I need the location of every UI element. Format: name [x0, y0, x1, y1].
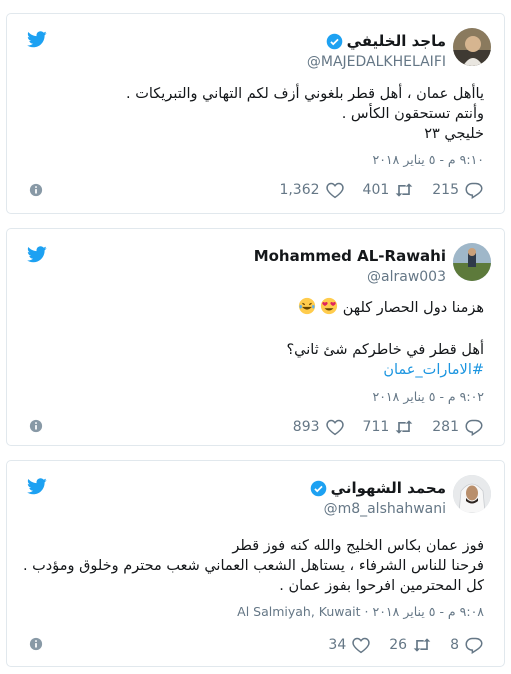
heart-icon: [325, 419, 344, 436]
reply-icon: [465, 182, 483, 199]
author-name[interactable]: محمد الشهواني: [331, 479, 446, 497]
tweet-line: فرحنا للناس الشرفاء ، يستاهل الشعب العما…: [22, 558, 484, 574]
tweet-text: فوز عمان بكاس الخليج والله كنه فوز قطر ف…: [22, 536, 484, 596]
tweet-line: كل المحترمين افرحوا بفوز عمان .: [279, 578, 484, 594]
reply-button[interactable]: 8: [450, 636, 484, 654]
verified-badge-icon: [326, 33, 342, 49]
author-row: محمد الشهواني: [310, 478, 446, 498]
reply-button[interactable]: 215: [432, 181, 484, 199]
twitter-bird-icon[interactable]: [27, 478, 47, 495]
heart-icon: [325, 182, 344, 199]
tweet-line: أهل قطر في خاطركم شئ ثاني؟: [286, 342, 484, 358]
retweet-icon: [395, 420, 413, 434]
tweet-line: فوز عمان بكاس الخليج والله كنه فوز قطر: [232, 538, 484, 554]
verified-badge-icon: [310, 480, 326, 496]
hashtag-link[interactable]: #الامارات_عمان: [27, 360, 484, 380]
author-handle[interactable]: @alraw003: [367, 269, 446, 285]
tweet-line: وأنتم تستحقون الكأس .: [341, 106, 484, 122]
tweet-actions: 1,362 401 215: [261, 179, 484, 201]
tweet-timestamp[interactable]: ٩:١٠ م - ٥ يناير ٢٠١٨: [373, 152, 485, 167]
tweet-line: هزمنا دول الحصار كلهن: [27, 297, 484, 318]
author-handle[interactable]: @m8_alshahwani: [324, 501, 446, 517]
info-icon[interactable]: [29, 419, 43, 433]
tweet-line-text: هزمنا دول الحصار كلهن: [342, 300, 484, 316]
info-icon[interactable]: [29, 183, 43, 197]
tweet-timestamp[interactable]: ٩:٠٨ م - ٥ يناير ٢٠١٨: [373, 604, 485, 619]
author-name[interactable]: Mohammed AL-Rawahi: [254, 247, 446, 265]
reply-icon: [465, 637, 483, 654]
reply-count: 8: [450, 637, 459, 653]
reply-count: 215: [432, 182, 459, 198]
like-count: 34: [328, 637, 347, 653]
retweet-button[interactable]: 711: [363, 418, 415, 436]
avatar[interactable]: [453, 28, 491, 66]
tweet-timestamp[interactable]: ٩:٠٢ م - ٥ يناير ٢٠١٨: [373, 389, 485, 404]
retweet-count: 26: [389, 637, 408, 653]
reply-icon: [465, 419, 483, 436]
like-button[interactable]: 34: [328, 636, 371, 654]
tweet-line: ياأهل عمان ، أهل قطر بلغوني أزف لكم الته…: [125, 86, 484, 102]
reply-count: 281: [432, 419, 459, 435]
tweet-text: هزمنا دول الحصار كلهن أهل قطر في خاطركم …: [27, 297, 484, 380]
retweet-button[interactable]: 26: [389, 636, 432, 654]
author-handle[interactable]: @MAJEDALKHELAIFI: [307, 54, 446, 70]
tears-of-joy-emoji-icon: [298, 297, 315, 315]
tweet-card[interactable]: Mohammed AL-Rawahi @alraw003 هزمنا دول ا…: [6, 228, 505, 446]
author-row: Mohammed AL-Rawahi: [254, 246, 446, 266]
tweet-actions: 893 711 281: [275, 416, 484, 438]
like-count: 1,362: [279, 182, 320, 198]
tweet-meta: Al Salmiyah, Kuwait · ٩:٠٨ م - ٥ يناير ٢…: [237, 604, 484, 619]
heart-eyes-emoji-icon: [321, 297, 338, 315]
like-button[interactable]: 1,362: [279, 181, 344, 199]
twitter-bird-icon[interactable]: [27, 31, 47, 48]
info-icon[interactable]: [29, 637, 43, 651]
retweet-button[interactable]: 401: [363, 181, 415, 199]
like-button[interactable]: 893: [293, 418, 345, 436]
twitter-bird-icon[interactable]: [27, 246, 47, 263]
tweet-card[interactable]: محمد الشهواني @m8_alshahwani فوز عمان بك…: [6, 460, 505, 667]
heart-icon: [352, 637, 370, 654]
like-count: 893: [292, 419, 320, 435]
avatar[interactable]: [453, 475, 491, 513]
retweet-count: 711: [362, 419, 390, 435]
meta-separator: ·: [364, 604, 373, 619]
retweet-count: 401: [362, 182, 390, 198]
avatar[interactable]: [453, 243, 491, 281]
tweet-line: خليجي ٢٣: [424, 126, 484, 142]
author-row: ماجد الخليفي: [326, 31, 446, 51]
tweet-line: [27, 318, 484, 340]
retweet-icon: [395, 183, 413, 197]
reply-button[interactable]: 281: [432, 418, 484, 436]
tweet-text: ياأهل عمان ، أهل قطر بلغوني أزف لكم الته…: [27, 84, 484, 144]
tweet-card[interactable]: ماجد الخليفي @MAJEDALKHELAIFI ياأهل عمان…: [6, 13, 505, 214]
author-name[interactable]: ماجد الخليفي: [347, 32, 446, 50]
tweet-actions: 34 26 8: [310, 634, 484, 656]
tweet-location[interactable]: Al Salmiyah, Kuwait: [237, 604, 360, 619]
retweet-icon: [413, 638, 431, 652]
